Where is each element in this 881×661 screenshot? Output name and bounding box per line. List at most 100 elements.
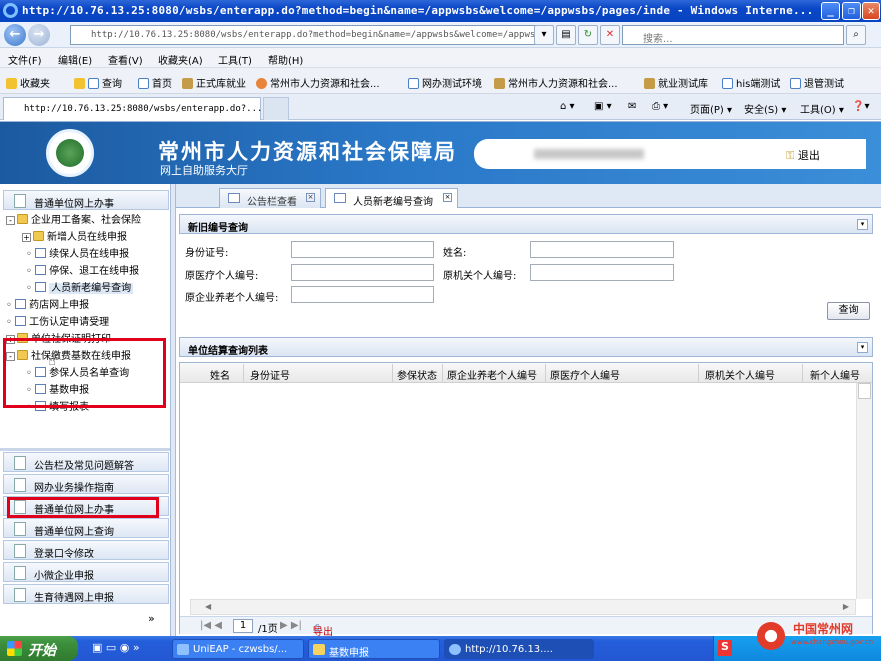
taskbar-item-active[interactable]: http://10.76.13....: [444, 639, 594, 659]
tab-number-query[interactable]: 人员新老编号查询 ×: [325, 188, 458, 208]
close-button[interactable]: ✕: [862, 2, 880, 20]
back-icon[interactable]: ←: [4, 24, 26, 46]
menu-favorites[interactable]: 收藏夹(A): [158, 52, 203, 67]
accordion-header[interactable]: 普通单位网上查询: [3, 518, 169, 538]
logout-link[interactable]: ⚿ 退出: [786, 147, 820, 163]
banner: 常州市人力资源和社会保障局 网上自助服务大厅 ⚿ 退出: [0, 122, 881, 184]
menu-view[interactable]: 查看(V): [108, 52, 143, 67]
medical-number-label: 原医疗个人编号:: [185, 271, 259, 282]
banner-subtitle: 网上自助服务大厅: [160, 164, 248, 177]
column-header[interactable]: 新个人编号: [810, 367, 860, 382]
favorite-item[interactable]: 查询: [74, 75, 122, 90]
tab-notice[interactable]: 公告栏查看 ×: [219, 188, 321, 208]
new-tab-button[interactable]: [263, 97, 289, 120]
accordion-header[interactable]: 公告栏及常见问题解答: [3, 452, 169, 472]
antivirus-icon[interactable]: S: [718, 640, 732, 656]
home-icon[interactable]: ⌂ ▾: [560, 101, 575, 112]
menu-edit[interactable]: 编辑(E): [58, 52, 92, 67]
menu-help[interactable]: 帮助(H): [268, 52, 303, 67]
total-pages: /1页: [258, 624, 278, 635]
feeds-icon[interactable]: ▣ ▾: [594, 101, 612, 112]
address-input[interactable]: http://10.76.13.25:8080/wsbs/enterapp.do…: [70, 25, 553, 45]
column-header[interactable]: 原企业养老个人编号: [447, 367, 537, 382]
column-header[interactable]: 原机关个人编号: [705, 367, 775, 382]
page-number-input[interactable]: 1: [233, 619, 253, 633]
taskbar-item[interactable]: UniEAP - czwsbs/...: [172, 639, 304, 659]
favorites-bar: 收藏夹 查询 首页 正式库就业 常州市人力资源和社会... 网办测试环境 常州市…: [0, 68, 881, 94]
tree-node[interactable]: - 企业用工备案、社会保险: [6, 211, 141, 226]
left-nav: 普通单位网上办事 - 企业用工备案、社会保险 + 新增人员在线申报 ◦ 续保人员在线…: [0, 184, 172, 637]
start-button[interactable]: 开始: [0, 636, 78, 661]
refresh-icon[interactable]: ↻: [578, 25, 598, 45]
favorite-item[interactable]: 就业测试库: [644, 75, 708, 90]
tree-node[interactable]: ◦ 停保、退工在线申报: [26, 262, 139, 277]
favorite-item[interactable]: 常州市人力资源和社会...: [494, 75, 618, 90]
search-input[interactable]: 搜索...: [622, 25, 844, 45]
favorite-item[interactable]: 网办测试环境: [408, 75, 482, 90]
close-icon[interactable]: ×: [306, 193, 315, 202]
grid-header: 姓名 身份证号 参保状态 原企业养老个人编号 原医疗个人编号 原机关个人编号 新…: [180, 363, 872, 383]
name-input[interactable]: [530, 241, 674, 258]
accordion-header[interactable]: 小微企业申报: [3, 562, 169, 582]
windows-icon: [7, 641, 22, 656]
menu-file[interactable]: 文件(F): [8, 52, 42, 67]
vertical-scrollbar[interactable]: [856, 383, 872, 599]
print-icon[interactable]: ⎙ ▾: [652, 101, 668, 112]
safety-menu[interactable]: 安全(S) ▾: [744, 101, 786, 116]
query-button[interactable]: 查询: [827, 302, 870, 320]
result-panel-header: 单位结算查询列表 ▾: [179, 337, 873, 357]
minimize-button[interactable]: _: [821, 2, 840, 20]
search-icon[interactable]: ⌕: [846, 25, 866, 45]
organ-number-input[interactable]: [530, 264, 674, 281]
favorites-button[interactable]: 收藏夹: [6, 75, 50, 90]
accordion-header[interactable]: 普通单位网上办事: [3, 190, 169, 210]
collapse-icon[interactable]: ▾: [857, 342, 868, 353]
tree-node-selected[interactable]: ◦ 人员新老编号查询: [26, 279, 134, 294]
maximize-button[interactable]: ❐: [842, 2, 861, 20]
tools-menu[interactable]: 工具(O) ▾: [800, 101, 844, 116]
mail-icon[interactable]: ✉: [628, 101, 636, 112]
favorite-item[interactable]: 常州市人力资源和社会...: [256, 75, 380, 90]
accordion-header[interactable]: 生育待遇网上申报: [3, 584, 169, 604]
favorite-item[interactable]: 首页: [138, 75, 172, 90]
tree-node[interactable]: + 新增人员在线申报: [22, 228, 127, 243]
highlight-box: [3, 338, 166, 408]
horizontal-scrollbar[interactable]: ◀ ▶: [190, 599, 856, 615]
favorite-item[interactable]: 正式库就业: [182, 75, 246, 90]
column-header[interactable]: 原医疗个人编号: [550, 367, 620, 382]
query-panel-header: 新旧编号查询 ▾: [179, 214, 873, 234]
forward-icon[interactable]: →: [28, 24, 50, 46]
favorite-item[interactable]: 退管测试: [790, 75, 844, 90]
tree-node[interactable]: ◦ 药店网上申报: [6, 296, 89, 311]
page-menu[interactable]: 页面(P) ▾: [690, 101, 732, 116]
id-card-input[interactable]: [291, 241, 434, 258]
accordion-header[interactable]: 登录口令修改: [3, 540, 169, 560]
scroll-right-icon[interactable]: ▶: [843, 602, 849, 611]
first-page-icon[interactable]: |◀ ◀: [200, 620, 222, 631]
column-header[interactable]: 身份证号: [250, 367, 290, 382]
column-header[interactable]: 参保状态: [397, 367, 437, 382]
help-icon[interactable]: ❓▾: [852, 101, 869, 112]
browser-tab[interactable]: http://10.76.13.25:8080/wsbs/enterapp.do…: [3, 97, 262, 120]
tree-node[interactable]: ◦ 续保人员在线申报: [26, 245, 129, 260]
expand-more-button[interactable]: »: [148, 612, 155, 625]
quick-launch[interactable]: ▣ ▭ ◉ »: [92, 641, 140, 654]
compat-view-icon[interactable]: ▤: [556, 25, 576, 45]
collapse-icon[interactable]: ▾: [857, 219, 868, 230]
stop-icon[interactable]: ✕: [600, 25, 620, 45]
ie-logo-icon: [3, 3, 18, 18]
medical-number-input[interactable]: [291, 264, 434, 281]
favorite-item[interactable]: his端测试: [722, 75, 780, 90]
address-dropdown-icon[interactable]: ▾: [534, 25, 554, 45]
close-icon[interactable]: ×: [443, 193, 452, 202]
column-header[interactable]: 姓名: [210, 367, 230, 382]
browser-tab-strip: http://10.76.13.25:8080/wsbs/enterapp.do…: [0, 94, 881, 120]
accordion-header[interactable]: 网办业务操作指南: [3, 474, 169, 494]
taskbar: 开始 ▣ ▭ ◉ » UniEAP - czwsbs/... 基数申报 http…: [0, 636, 881, 661]
taskbar-item[interactable]: 基数申报: [308, 639, 440, 659]
next-page-icon[interactable]: ▶ ▶|: [280, 620, 302, 631]
tree-node[interactable]: ◦ 工伤认定申请受理: [6, 313, 109, 328]
pension-number-input[interactable]: [291, 286, 434, 303]
menu-tools[interactable]: 工具(T): [218, 52, 252, 67]
scroll-left-icon[interactable]: ◀: [205, 602, 211, 611]
